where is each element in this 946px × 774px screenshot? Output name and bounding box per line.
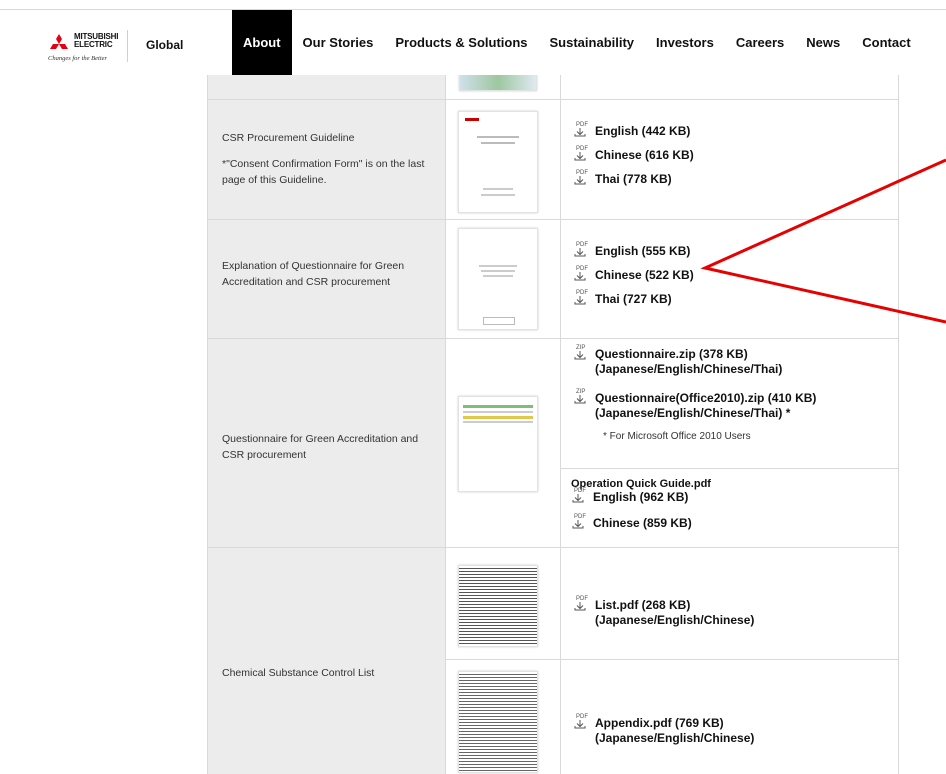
red-annotation-arrow [700, 158, 946, 324]
